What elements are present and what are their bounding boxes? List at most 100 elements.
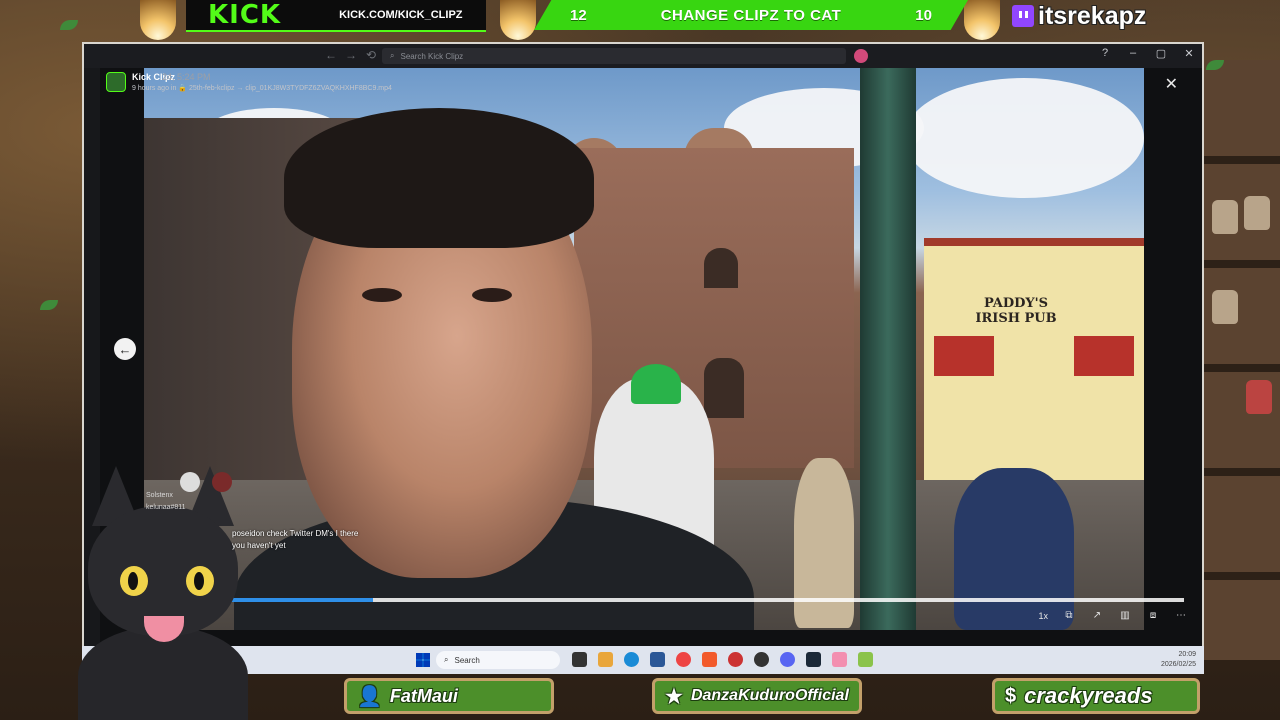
twitch-username: itsrekapz [1038, 1, 1147, 30]
more-options-icon[interactable]: ⋯ [1174, 610, 1188, 621]
cloud [904, 78, 1144, 198]
street-pole [860, 68, 916, 630]
close-viewer-icon[interactable]: ✕ [1165, 74, 1178, 94]
kick-logo: KICK [208, 0, 282, 30]
lamp-decoration [140, 0, 176, 40]
brave-icon[interactable] [702, 652, 717, 667]
minimize-icon[interactable]: – [1126, 47, 1140, 60]
twitch-icon [1012, 5, 1034, 27]
viewer-header: Kick Clipz 9 hours ago in 🔒 25th-feb-kcl… [106, 72, 392, 92]
pip-icon[interactable]: ⧈ [1146, 610, 1160, 621]
background-person [794, 458, 854, 628]
captions-icon[interactable]: ⧉ [1062, 610, 1076, 621]
dollar-icon: $ [1005, 684, 1017, 707]
discord-icon[interactable] [780, 652, 795, 667]
taskbar-search-label: Search [454, 655, 480, 665]
app-icon[interactable] [858, 652, 873, 667]
video-progress-bar[interactable] [144, 598, 1184, 602]
obs-icon[interactable] [754, 652, 769, 667]
window-titlebar: ← → ⟲ ⌕ Search Kick Clipz ? – ▢ ✕ [84, 44, 1202, 68]
maximize-icon[interactable]: ▢ [1154, 47, 1168, 60]
taskbar-search-icon: ⌕ [444, 655, 449, 664]
clock-time: 20:09 [1178, 651, 1196, 658]
shelf-decoration [1200, 60, 1280, 660]
taskbar-apps [572, 652, 873, 667]
pub-sign: PADDY'S IRISH PUB [975, 296, 1057, 326]
video-controls: 1x ⧉ ↗ ▥ ⧈ ⋯ [1038, 610, 1188, 621]
help-icon[interactable]: ? [1098, 47, 1112, 60]
background-person [954, 468, 1074, 630]
chrome-icon[interactable] [676, 652, 691, 667]
close-window-icon[interactable]: ✕ [1182, 47, 1196, 60]
eye [362, 288, 402, 302]
nameplate-name: DanzaKuduroOfficial [690, 687, 849, 704]
vote-right-count: 10 [915, 6, 932, 24]
star-icon: ★ [665, 685, 683, 708]
edge-icon[interactable] [624, 652, 639, 667]
clip-meta[interactable]: 9 hours ago in 🔒 25th-feb-kclipz → clip_… [132, 84, 392, 92]
nameplate-danzakuduro: ★ DanzaKuduroOfficial [652, 678, 862, 714]
channel-avatar [106, 72, 126, 92]
cat-eye [186, 566, 214, 596]
clock-date: 2026/02/25 [1160, 661, 1196, 668]
back-arrow-icon[interactable]: ← [322, 48, 340, 62]
browser-window: ← → ⟲ ⌕ Search Kick Clipz ? – ▢ ✕ Kick C… [82, 42, 1204, 674]
vote-banner: 12 CHANGE CLIPZ TO CAT 10 [534, 0, 968, 30]
search-placeholder: Search Kick Clipz [400, 51, 464, 61]
windows-start-icon[interactable] [416, 653, 430, 667]
jar-decoration [1244, 196, 1270, 230]
streamer-hair [284, 108, 594, 248]
balcony [934, 336, 994, 376]
person-icon: 👤 [357, 685, 382, 708]
search-icon: ⌕ [390, 51, 395, 60]
arch-window [704, 248, 738, 288]
previous-clip-button[interactable]: ← [114, 338, 136, 360]
history-icon[interactable]: ⟲ [362, 48, 380, 62]
taskbar-clock[interactable]: 20:09 2026/02/25 [1161, 650, 1196, 670]
chat-username: Solstenx [146, 492, 173, 499]
search-input[interactable]: ⌕ Search Kick Clipz [382, 48, 846, 64]
chat-avatar [180, 472, 200, 492]
eye [472, 288, 512, 302]
chat-avatar [212, 472, 232, 492]
arch-window [704, 358, 744, 418]
nav-buttons: ← → ⟲ [322, 48, 380, 62]
chat-message: poseidon check Twitter DM's I there you … [232, 529, 359, 550]
app-icon[interactable] [832, 652, 847, 667]
kick-url: KICK.COM/KICK_CLIPZ [339, 9, 463, 21]
vote-left-count: 12 [570, 6, 587, 24]
nameplate-name: crackyreads [1024, 683, 1153, 708]
taskbar-search[interactable]: ⌕ Search [436, 651, 560, 669]
clip-viewer: Kick Clipz 9 hours ago in 🔒 25th-feb-kcl… [100, 68, 1202, 672]
forward-arrow-icon[interactable]: → [342, 48, 360, 62]
ghost-timestamp: 24, 5:24 PM [162, 72, 211, 82]
jar-decoration [1212, 200, 1238, 234]
jar-decoration [1246, 380, 1272, 414]
chat-username: kelunaa#811 [146, 504, 186, 511]
expand-icon[interactable]: ↗ [1090, 610, 1104, 621]
cat-eye [120, 566, 148, 596]
jar-decoration [1212, 290, 1238, 324]
lamp-decoration [500, 0, 536, 40]
nameplate-fatmaui: 👤 FatMaui [344, 678, 554, 714]
window-controls: ? – ▢ ✕ [1098, 47, 1196, 60]
app-icon[interactable] [728, 652, 743, 667]
extension-icon[interactable] [854, 49, 868, 63]
playback-speed[interactable]: 1x [1038, 611, 1048, 621]
taskbar: ⌕ Search 20:09 2026/02/25 [82, 646, 1204, 674]
vote-title: CHANGE CLIPZ TO CAT [660, 6, 842, 24]
store-icon[interactable] [650, 652, 665, 667]
green-hat [631, 364, 681, 404]
theater-icon[interactable]: ▥ [1118, 610, 1132, 621]
lamp-decoration [964, 0, 1000, 40]
task-view-icon[interactable] [572, 652, 587, 667]
copilot-icon[interactable] [598, 652, 613, 667]
nameplate-name: FatMaui [389, 685, 458, 706]
twitch-tag: itsrekapz [1012, 2, 1146, 30]
steam-icon[interactable] [806, 652, 821, 667]
chat-usernames: Solstenx kelunaa#811 [146, 490, 186, 514]
nameplate-crackyreads: $ crackyreads [992, 678, 1200, 714]
pub-building: PADDY'S IRISH PUB [924, 238, 1144, 498]
balcony [1074, 336, 1134, 376]
kick-banner: KICK KICK.COM/KICK_CLIPZ [186, 0, 486, 32]
